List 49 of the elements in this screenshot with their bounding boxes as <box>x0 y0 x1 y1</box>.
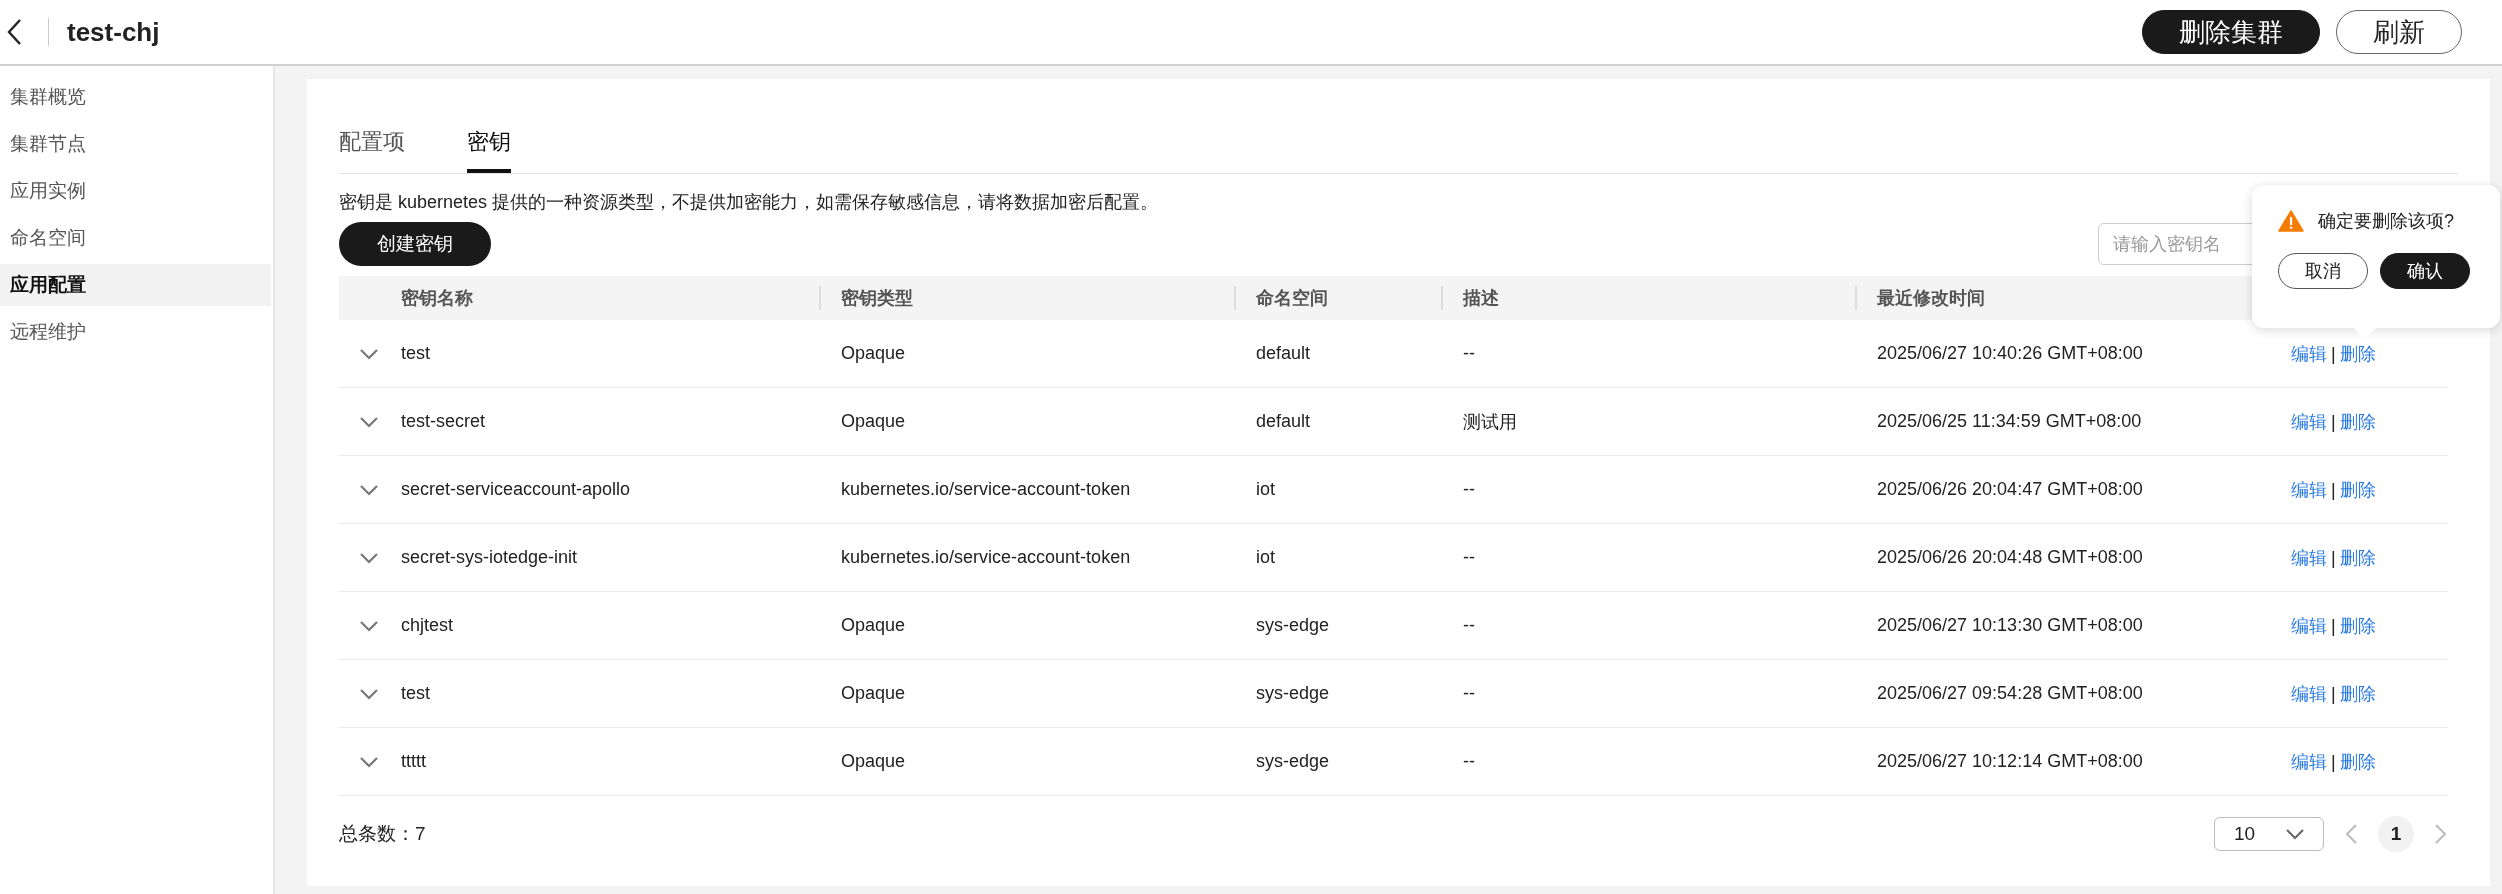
table-cell: default <box>1256 343 1311 363</box>
table-cell: kubernetes.io/service-account-token <box>841 547 1131 567</box>
table-cell: test-secret <box>401 411 486 431</box>
table-cell: test <box>401 683 430 703</box>
table-cell: iot <box>1256 479 1275 499</box>
table-cell: -- <box>1463 547 1475 567</box>
table-cell: 2025/06/27 10:12:14 GMT+08:00 <box>1877 751 2143 771</box>
table-cell: Opaque <box>841 343 906 363</box>
table-cell: -- <box>1463 479 1475 499</box>
page-title: test-chj <box>67 16 160 48</box>
table-cell: sys-edge <box>1256 615 1330 635</box>
table-cell: 2025/06/27 10:13:30 GMT+08:00 <box>1877 615 2143 635</box>
table-cell: 2025/06/27 09:54:28 GMT+08:00 <box>1877 683 2143 703</box>
table-cell: 2025/06/27 10:40:26 GMT+08:00 <box>1877 343 2143 363</box>
table-cell: -- <box>1463 683 1475 703</box>
table-cell: default <box>1256 411 1311 431</box>
link-separator: | <box>2331 411 2336 432</box>
table-cell: Opaque <box>841 683 906 703</box>
link-separator: | <box>2331 343 2336 364</box>
column-header: 密钥类型 <box>819 286 1234 310</box>
description-text: 密钥是 kubernetes 提供的一种资源类型，不提供加密能力，如需保存敏感信息，请将数据加密后配置。 <box>339 191 1160 214</box>
table-cell: Opaque <box>841 615 906 635</box>
table-cell: Opaque <box>841 751 906 771</box>
table-cell: -- <box>1463 343 1475 363</box>
link-separator: | <box>2331 615 2336 636</box>
column-header: 命名空间 <box>1234 286 1441 310</box>
table-cell: kubernetes.io/service-account-token <box>841 479 1131 499</box>
link-separator: | <box>2331 479 2336 500</box>
table-cell: 2025/06/25 11:34:59 GMT+08:00 <box>1877 411 2142 431</box>
link-separator: | <box>2331 751 2336 772</box>
table-cell: secret-serviceaccount-apollo <box>401 479 631 499</box>
table-cell: chjtest <box>401 615 454 635</box>
column-header: 密钥名称 <box>400 287 474 310</box>
table-cell: 2025/06/26 20:04:47 GMT+08:00 <box>1877 479 2143 499</box>
column-header: 描述 <box>1441 286 1855 310</box>
link-separator: | <box>2331 547 2336 568</box>
table-cell: sys-edge <box>1256 751 1330 771</box>
table-cell: ttttt <box>401 751 426 771</box>
table-cell: -- <box>1463 615 1475 635</box>
table-cell: sys-edge <box>1256 683 1330 703</box>
table-cell: 2025/06/26 20:04:48 GMT+08:00 <box>1877 547 2143 567</box>
table-cell: 测试用 <box>1463 411 1517 432</box>
link-separator: | <box>2331 683 2336 704</box>
table-cell: -- <box>1463 751 1475 771</box>
table-cell: secret-sys-iotedge-init <box>401 547 578 567</box>
table-cell: Opaque <box>841 411 906 431</box>
table-cell: iot <box>1256 547 1275 567</box>
table-cell: test <box>401 343 430 363</box>
total-count: 总条数：7 <box>339 822 426 846</box>
